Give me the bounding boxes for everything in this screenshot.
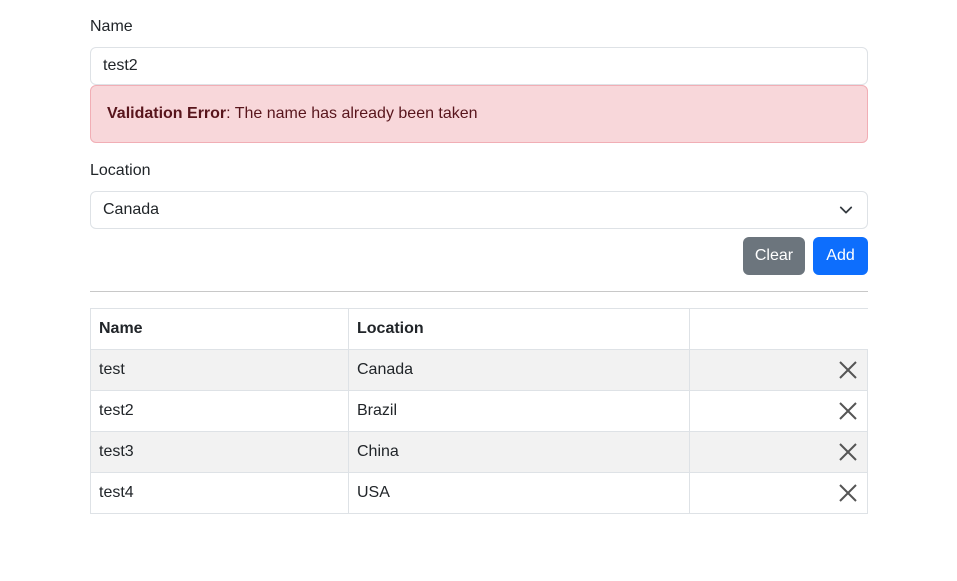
column-header-actions xyxy=(689,308,868,350)
cell-location: Brazil xyxy=(348,390,690,432)
close-icon[interactable] xyxy=(839,402,857,420)
table-row: test4 USA xyxy=(90,472,868,514)
cell-location: China xyxy=(348,431,690,473)
alert-title: Validation Error xyxy=(107,105,227,122)
cell-name: test3 xyxy=(90,431,349,473)
close-icon[interactable] xyxy=(839,443,857,461)
cell-actions xyxy=(689,349,868,391)
name-input-value: test2 xyxy=(103,57,138,74)
column-header-name: Name xyxy=(90,308,349,350)
cell-actions xyxy=(689,431,868,473)
close-icon[interactable] xyxy=(839,484,857,502)
divider xyxy=(90,291,868,292)
location-select[interactable]: Canada xyxy=(90,191,868,229)
chevron-down-icon xyxy=(839,206,853,214)
cell-actions xyxy=(689,472,868,514)
table-row: test Canada xyxy=(90,349,868,391)
location-select-value: Canada xyxy=(103,201,160,218)
table-row: test3 China xyxy=(90,431,868,473)
cell-location: USA xyxy=(348,472,690,514)
location-label: Location xyxy=(90,162,151,179)
cell-name: test xyxy=(90,349,349,391)
cell-name: test2 xyxy=(90,390,349,432)
table-header-row: Name Location xyxy=(90,308,868,350)
clear-button[interactable]: Clear xyxy=(743,237,805,275)
column-header-location: Location xyxy=(348,308,690,350)
cell-name: test4 xyxy=(90,472,349,514)
close-icon[interactable] xyxy=(839,361,857,379)
table-row: test2 Brazil xyxy=(90,390,868,432)
entries-table: Name Location test Canada test2 Brazil t… xyxy=(90,308,868,514)
validation-error-alert: Validation Error: The name has already b… xyxy=(90,85,868,143)
alert-message: : The name has already been taken xyxy=(226,105,478,122)
add-button[interactable]: Add xyxy=(813,237,868,275)
cell-actions xyxy=(689,390,868,432)
name-input[interactable]: test2 xyxy=(90,47,868,85)
cell-location: Canada xyxy=(348,349,690,391)
name-label: Name xyxy=(90,18,133,35)
